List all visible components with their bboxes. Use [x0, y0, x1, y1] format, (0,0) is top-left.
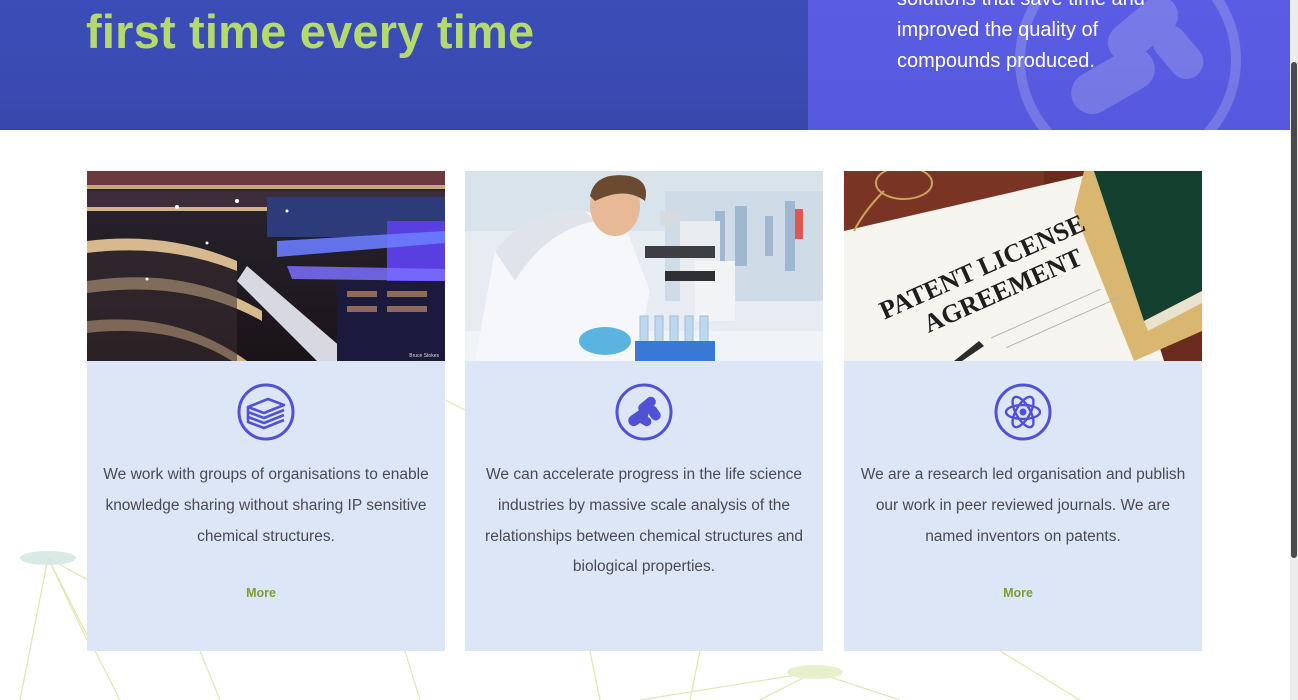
card-text-line: biological properties. [572, 558, 716, 576]
hero-description: solutions that save time and improved th… [897, 0, 1217, 77]
card-description: We are a research led organisation and p… [860, 460, 1186, 552]
hero-title: first time every time [86, 5, 535, 58]
card-text-line: industries by massive scale analysis of … [497, 496, 791, 514]
card-text-line: We are a research led organisation and p… [860, 466, 1186, 483]
card-text-line: named inventors on patents. [925, 527, 1121, 545]
card-text-line: relationships between chemical structure… [485, 527, 803, 545]
patent-license-photo: PATENT LICENSE AGREEMENT [844, 171, 1202, 361]
card-description: We work with groups of organisations to … [103, 460, 429, 552]
scientist-microscope-photo [465, 171, 823, 361]
photo-credit: Bruce Stokes [409, 353, 439, 359]
library-photo: Bruce Stokes [87, 171, 445, 361]
card-text-line: We can accelerate progress in the life s… [486, 466, 802, 483]
feature-card-life-science: We can accelerate progress in the life s… [465, 171, 823, 651]
scrollbar-thumb[interactable] [1291, 62, 1297, 558]
card-description: We can accelerate progress in the life s… [481, 460, 807, 583]
hero-right-panel: solutions that save time and improved th… [808, 0, 1290, 130]
hero-text-line: compounds produced. [897, 50, 1095, 72]
scrollbar[interactable] [1290, 0, 1298, 700]
hero-banner: first time every time solutions that sav… [0, 0, 1290, 130]
card-text-line: knowledge sharing without sharing IP sen… [105, 496, 427, 514]
more-link[interactable]: More [87, 586, 435, 600]
card-text-line: chemical structures. [197, 527, 335, 545]
atom-icon [994, 383, 1052, 441]
books-icon [237, 383, 295, 441]
more-link[interactable]: More [844, 586, 1192, 600]
feature-card-knowledge-sharing: Bruce Stokes We work with groups of orga… [87, 171, 445, 651]
hero-left-panel: first time every time [0, 0, 808, 130]
hero-text-line: solutions that save time and [897, 0, 1217, 15]
feature-card-research: PATENT LICENSE AGREEMENT We are a resear… [844, 171, 1202, 651]
hero-text-line: improved the quality of [897, 19, 1099, 41]
pills-icon [615, 383, 673, 441]
card-text-line: We work with groups of organisations to … [103, 466, 429, 483]
card-text-line: our work in peer reviewed journals. We a… [875, 496, 1171, 514]
